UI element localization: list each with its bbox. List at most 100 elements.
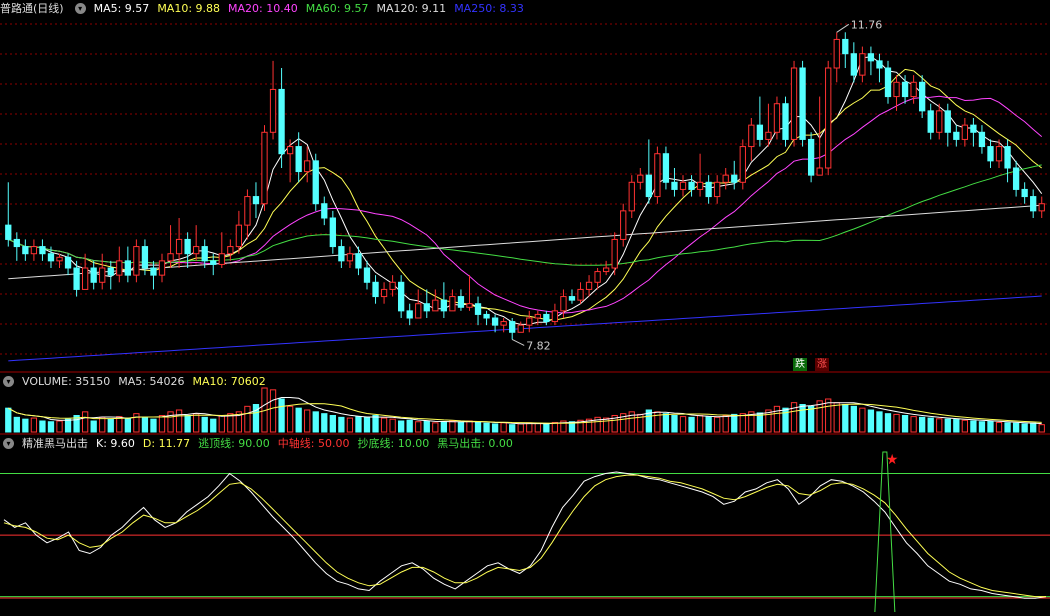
candle-body bbox=[150, 267, 157, 276]
volume-bar bbox=[825, 398, 832, 433]
high-pointer bbox=[836, 23, 850, 33]
volume-bar bbox=[816, 400, 823, 433]
chevron-down-icon[interactable]: ▾ bbox=[3, 375, 14, 387]
candle-body bbox=[244, 196, 251, 226]
candle-body bbox=[773, 103, 781, 133]
volume-bar bbox=[457, 421, 465, 433]
ma-legend-item: MA20: 10.40 bbox=[228, 1, 298, 15]
candle-body bbox=[406, 310, 413, 319]
low-label: 7.82 bbox=[526, 339, 551, 352]
volume-bar bbox=[953, 419, 960, 433]
volume-bar bbox=[1004, 422, 1011, 433]
candle-body bbox=[722, 174, 729, 183]
down-badge[interactable]: 跌 bbox=[793, 358, 807, 371]
candle-body bbox=[876, 60, 883, 69]
high-label: 11.76 bbox=[851, 18, 883, 31]
candle-body bbox=[551, 310, 559, 323]
candle-body bbox=[936, 110, 943, 133]
candle-body bbox=[372, 281, 379, 298]
candle-body bbox=[782, 103, 789, 140]
candle-body bbox=[269, 88, 277, 133]
volume-bar bbox=[466, 420, 473, 433]
volume-bar bbox=[551, 421, 559, 433]
candle-body bbox=[1004, 146, 1011, 169]
candle-body bbox=[312, 160, 319, 205]
candle-body bbox=[201, 246, 208, 262]
volume-bar bbox=[90, 420, 97, 433]
candle-body bbox=[158, 260, 166, 276]
candle-body bbox=[893, 81, 900, 98]
volume-bar bbox=[56, 420, 63, 433]
volume-bar bbox=[961, 419, 969, 433]
candle-body bbox=[705, 181, 712, 198]
kd-line bbox=[3, 474, 1046, 598]
candle-body bbox=[901, 81, 909, 98]
volume-bar bbox=[269, 389, 277, 433]
up-badge[interactable]: 涨 bbox=[815, 358, 829, 371]
candle-body bbox=[47, 253, 55, 262]
candle-body bbox=[218, 253, 225, 265]
volume-bar bbox=[218, 415, 225, 433]
chevron-down-icon[interactable]: ▾ bbox=[74, 2, 86, 14]
candle-body bbox=[910, 81, 917, 98]
candle-body bbox=[133, 246, 140, 276]
candle-body bbox=[645, 174, 652, 198]
volume-bar bbox=[995, 421, 1003, 433]
candle-body bbox=[389, 281, 396, 290]
candle-body bbox=[560, 296, 567, 312]
volume-bar bbox=[449, 420, 456, 433]
candle-body bbox=[295, 146, 302, 173]
candle-body bbox=[662, 153, 670, 183]
candle-body bbox=[620, 210, 627, 240]
volume-bar bbox=[901, 415, 909, 433]
candle-body bbox=[432, 299, 439, 312]
volume-bar bbox=[978, 421, 986, 433]
candle-body bbox=[415, 303, 422, 319]
candle-body bbox=[398, 281, 405, 312]
volume-bar bbox=[423, 420, 430, 433]
volume-bar bbox=[295, 407, 302, 433]
volume-bar bbox=[1038, 424, 1045, 433]
volume-bar bbox=[440, 421, 448, 433]
volume-bar bbox=[415, 421, 422, 433]
indicator-d: D: 11.77 bbox=[142, 436, 191, 450]
volume-bar bbox=[876, 411, 883, 433]
volume-bar bbox=[756, 412, 764, 433]
candle-body bbox=[944, 110, 951, 133]
candle-body bbox=[440, 299, 448, 312]
candle-body bbox=[995, 146, 1003, 162]
volume-bar bbox=[312, 411, 319, 433]
candle-body bbox=[1030, 196, 1037, 212]
candle-body bbox=[5, 224, 12, 240]
candle-body bbox=[90, 267, 97, 283]
volume-bar bbox=[867, 409, 875, 433]
candle-body bbox=[99, 267, 106, 283]
candle-body bbox=[338, 246, 345, 262]
candle-body bbox=[423, 303, 430, 312]
volume-bar bbox=[380, 417, 388, 433]
volume-bar bbox=[773, 405, 781, 433]
candle-body bbox=[56, 256, 63, 262]
candle-body bbox=[1021, 188, 1028, 198]
volume-bar bbox=[705, 416, 712, 433]
candle-body bbox=[731, 174, 738, 183]
indicator-name: 精准黑马出击 bbox=[22, 437, 88, 450]
candle-body bbox=[73, 267, 80, 290]
volume-bar bbox=[210, 418, 217, 433]
volume-bar bbox=[833, 402, 840, 433]
ma-legend-item: MA5: 9.57 bbox=[93, 1, 150, 15]
volume-ma5: MA5: 54026 bbox=[118, 374, 185, 388]
ma-legend-item: MA120: 9.11 bbox=[376, 1, 447, 15]
volume-bar bbox=[517, 423, 524, 433]
chevron-down-icon[interactable]: ▾ bbox=[3, 437, 14, 449]
volume-bar bbox=[150, 418, 157, 433]
volume-bar bbox=[124, 417, 131, 433]
candle-body bbox=[509, 321, 516, 333]
candle-body bbox=[756, 124, 764, 140]
volume-bar bbox=[355, 416, 362, 433]
candle-body bbox=[474, 303, 482, 315]
candle-body bbox=[987, 146, 994, 162]
ma-line bbox=[8, 295, 1042, 362]
candle-body bbox=[799, 67, 806, 140]
candle-body bbox=[466, 303, 473, 308]
